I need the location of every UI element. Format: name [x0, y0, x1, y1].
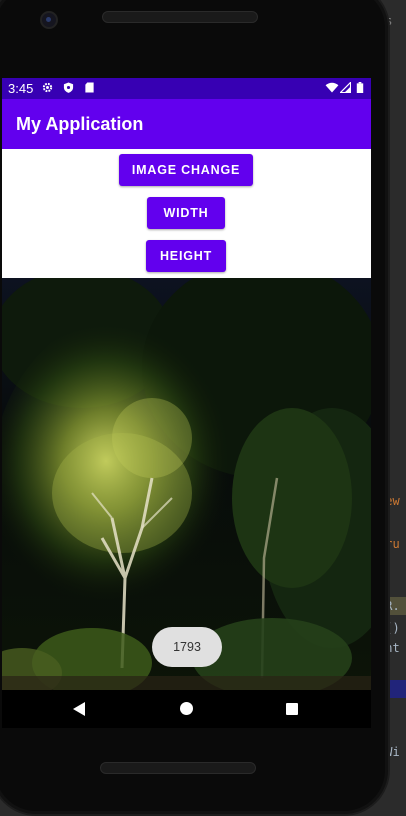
earpiece-speaker [102, 11, 258, 23]
image-change-button[interactable]: IMAGE CHANGE [119, 154, 253, 186]
front-camera-icon [40, 11, 58, 29]
wifi-icon [325, 82, 339, 93]
button-panel: IMAGE CHANGE WIDTH HEIGHT [2, 149, 371, 278]
bottom-speaker [100, 762, 256, 774]
recents-icon[interactable] [286, 703, 298, 715]
battery-icon [356, 82, 364, 93]
device-screen: 3:45 My Application IMAGE CHANGE WIDTH H… [2, 78, 371, 728]
back-icon[interactable] [73, 702, 85, 716]
navigation-bar [2, 690, 371, 728]
gear-icon [42, 82, 53, 93]
app-title: My Application [16, 114, 144, 134]
toast-message: 1793 [152, 627, 222, 667]
status-bar: 3:45 [2, 78, 371, 99]
status-time: 3:45 [8, 81, 34, 96]
height-button[interactable]: HEIGHT [146, 240, 226, 272]
signal-icon [340, 82, 351, 93]
width-button[interactable]: WIDTH [147, 197, 225, 229]
shield-icon [63, 82, 74, 93]
home-icon[interactable] [180, 702, 193, 715]
sd-card-icon [85, 82, 94, 93]
app-bar: My Application [2, 99, 371, 149]
